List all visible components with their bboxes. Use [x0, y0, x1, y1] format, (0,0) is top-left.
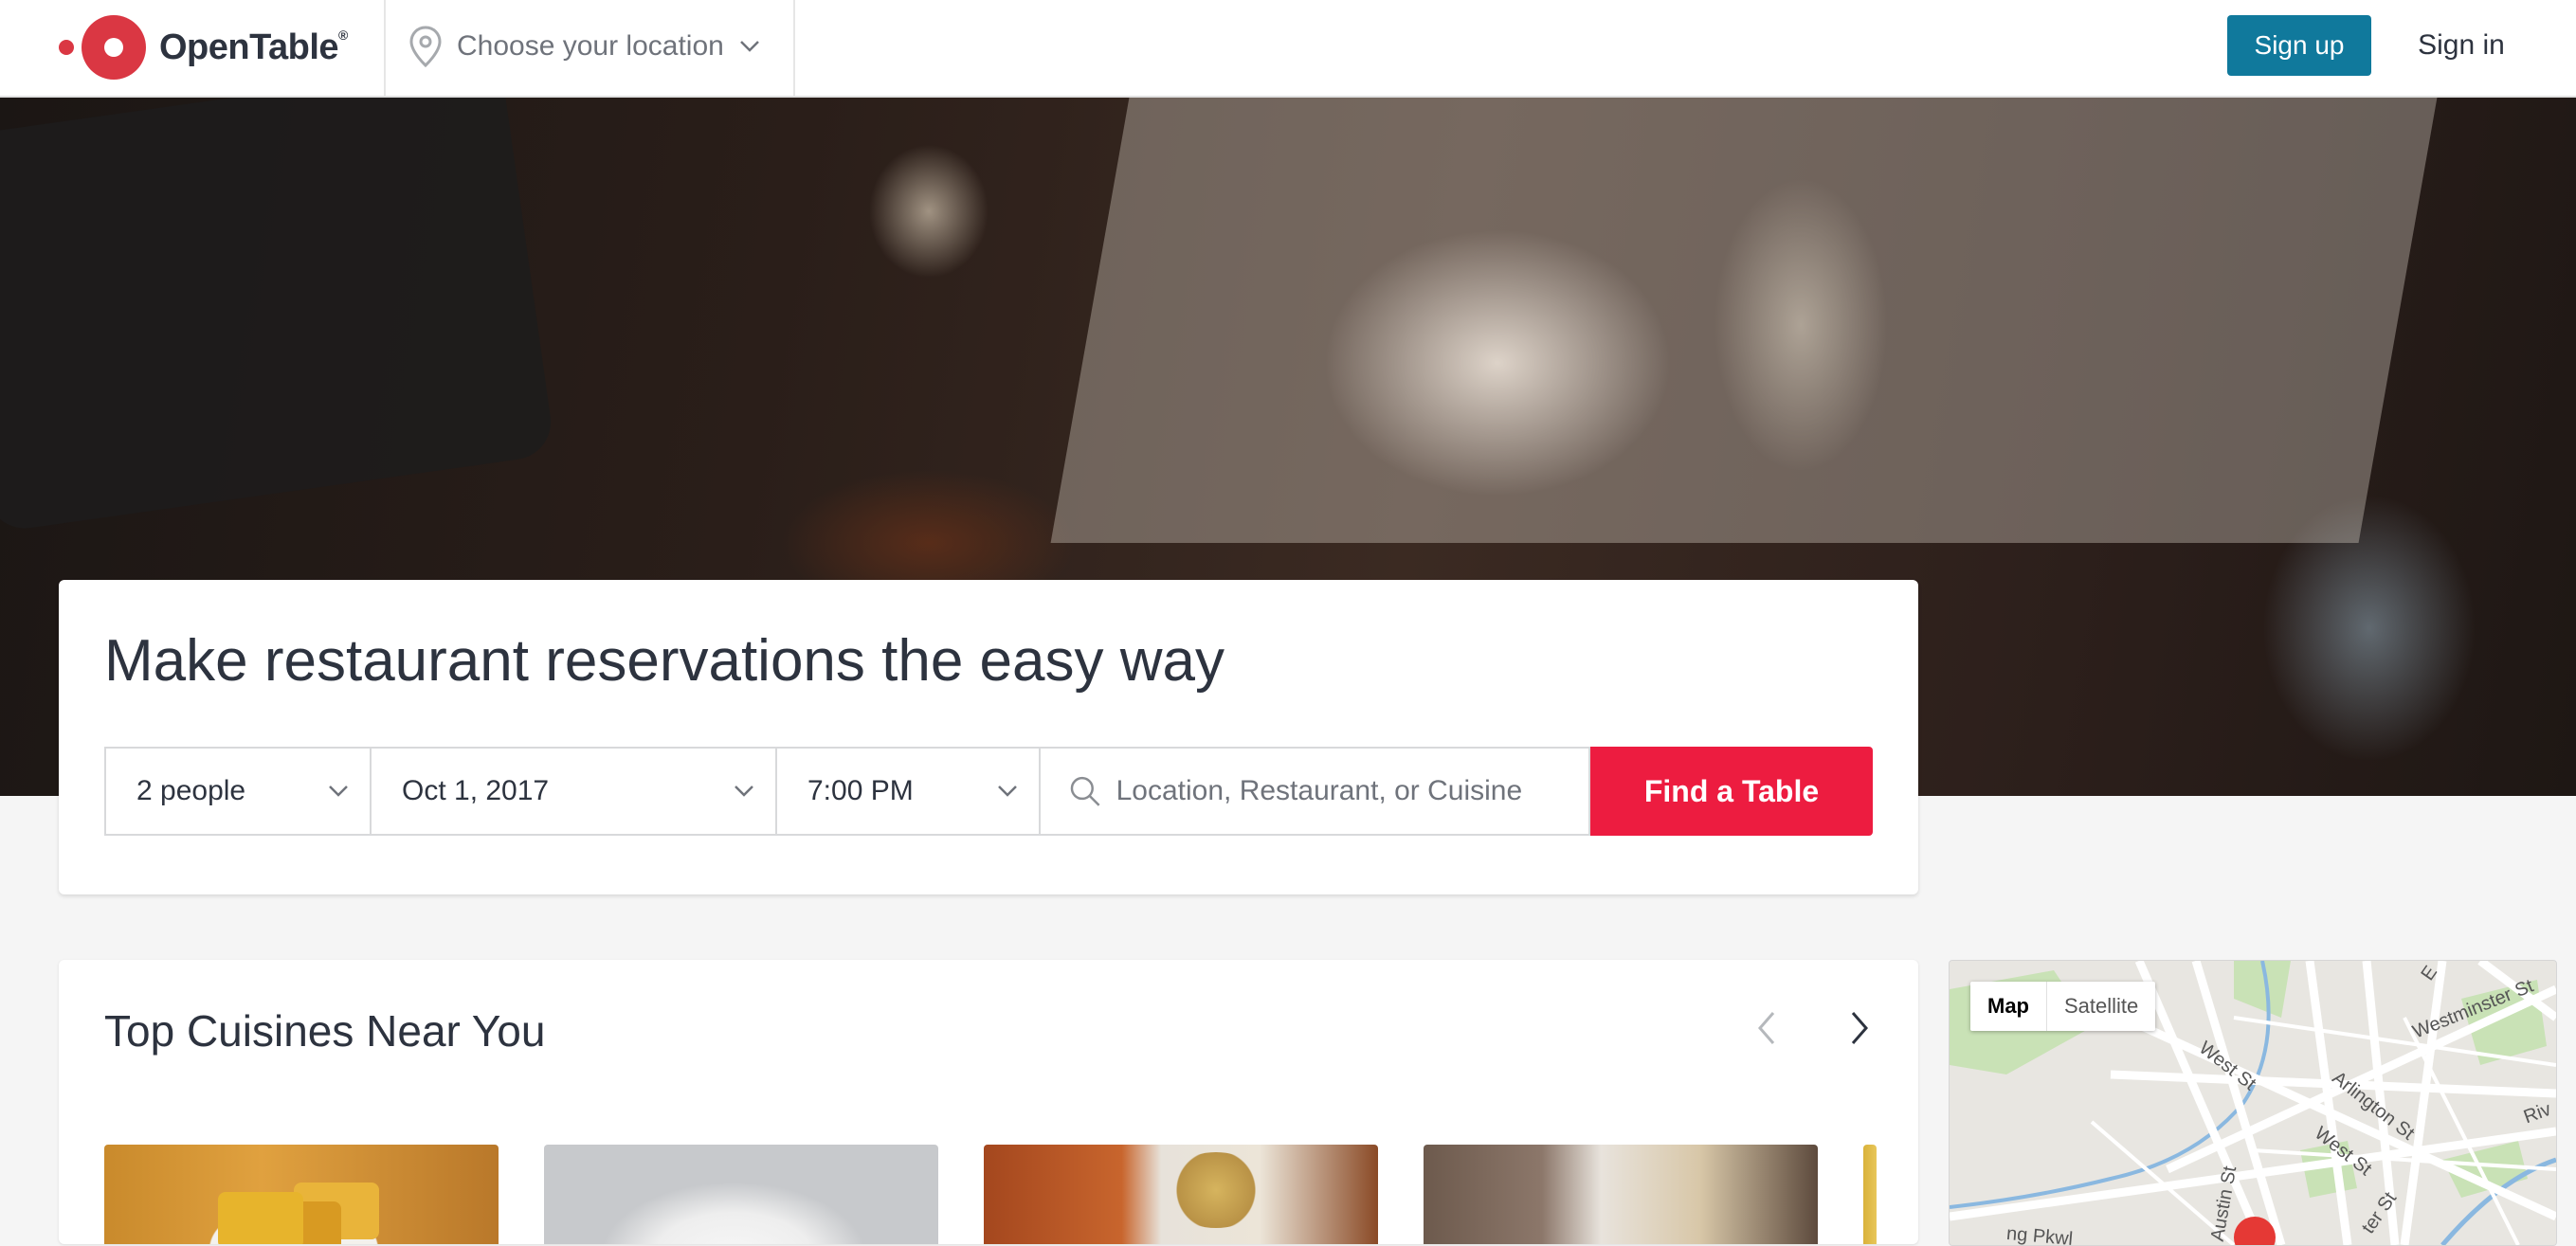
search-icon	[1070, 776, 1100, 806]
hero-plate-shape	[0, 98, 556, 533]
cuisine-card-image[interactable]	[1424, 1145, 1818, 1244]
find-a-table-button[interactable]: Find a Table	[1590, 747, 1873, 836]
top-header: OpenTable® Choose your location Sign up …	[0, 0, 2576, 98]
date-value: Oct 1, 2017	[402, 775, 550, 806]
top-cuisines-section: Top Cuisines Near You	[59, 960, 1918, 1244]
party-size-select[interactable]: 2 people	[104, 747, 372, 836]
sign-in-link[interactable]: Sign in	[2400, 15, 2523, 76]
cuisine-card-image[interactable]	[104, 1145, 499, 1244]
carousel-prev-button[interactable]	[1746, 1007, 1787, 1049]
location-label: Choose your location	[457, 30, 724, 62]
brand-name: OpenTable®	[159, 27, 348, 67]
carousel-next-button[interactable]	[1839, 1007, 1880, 1049]
map-view-button[interactable]: Map	[1970, 982, 2046, 1031]
chevron-left-icon	[1758, 1012, 1775, 1044]
sign-up-button[interactable]: Sign up	[2227, 15, 2371, 76]
chevron-down-icon	[739, 41, 759, 52]
divider	[384, 0, 386, 96]
logo-circle-icon	[82, 15, 146, 80]
party-size-value: 2 people	[136, 775, 246, 806]
search-input[interactable]	[1114, 774, 1568, 808]
section-title: Top Cuisines Near You	[104, 1006, 546, 1056]
chevron-down-icon	[735, 786, 753, 797]
logo-dot-icon	[59, 40, 74, 55]
time-select[interactable]: 7:00 PM	[775, 747, 1041, 836]
search-title: Make restaurant reservations the easy wa…	[104, 628, 1225, 694]
location-selector[interactable]: Choose your location	[409, 23, 760, 70]
map-type-toggle: Map Satellite	[1970, 982, 2156, 1031]
chevron-down-icon	[329, 786, 348, 797]
cuisine-card-image[interactable]	[544, 1145, 938, 1244]
location-pin-icon	[409, 26, 442, 67]
search-bar: 2 people Oct 1, 2017 7:00 PM Find a Tabl…	[104, 747, 1873, 836]
cuisine-card-image[interactable]	[984, 1145, 1378, 1244]
hero-plate-shape	[1050, 98, 2438, 543]
restaurant-map[interactable]: Map Satellite West St Arlington St West …	[1949, 960, 2557, 1246]
date-select[interactable]: Oct 1, 2017	[370, 747, 777, 836]
divider	[793, 0, 795, 96]
time-value: 7:00 PM	[807, 775, 914, 806]
satellite-view-button[interactable]: Satellite	[2046, 982, 2155, 1031]
chevron-down-icon	[998, 786, 1017, 797]
search-field	[1039, 747, 1590, 836]
reservation-search-card: Make restaurant reservations the easy wa…	[59, 580, 1918, 894]
cuisine-carousel	[104, 1145, 1877, 1244]
cuisine-card-image[interactable]	[1863, 1145, 1877, 1244]
chevron-right-icon	[1851, 1012, 1868, 1044]
opentable-logo[interactable]: OpenTable®	[59, 13, 348, 81]
